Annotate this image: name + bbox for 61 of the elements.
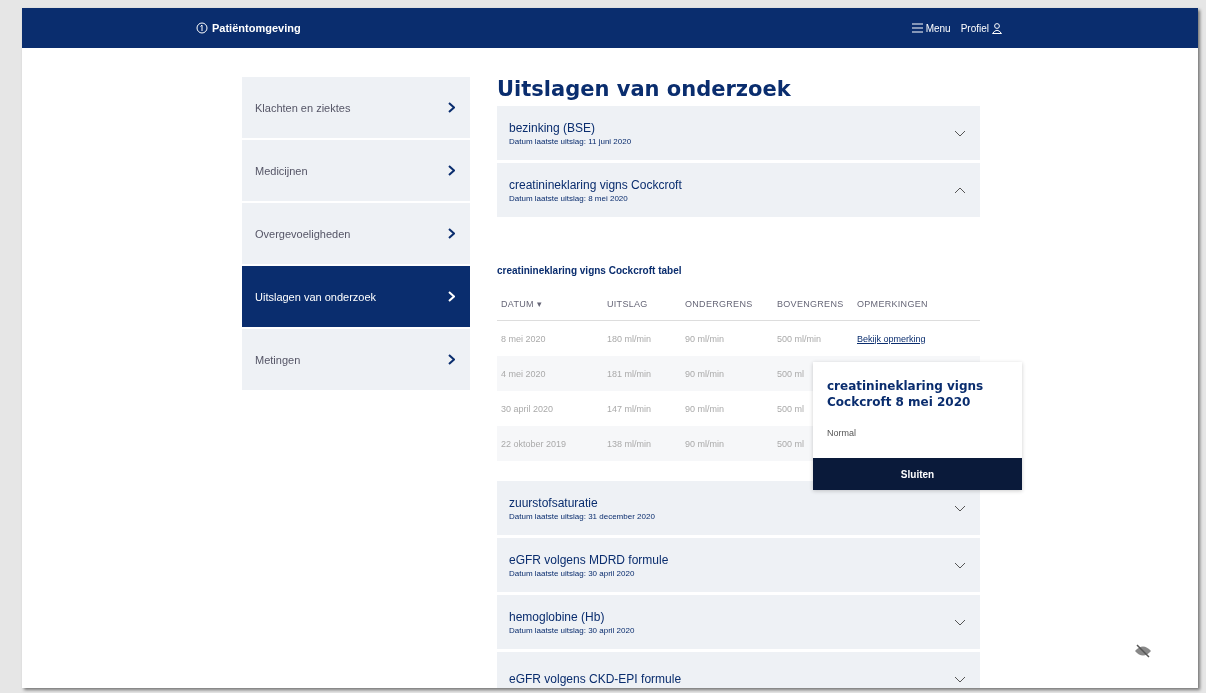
- result-date: Datum laatste uitslag: 11 juni 2020: [509, 136, 632, 146]
- sidebar-item[interactable]: Overgevoeligheden: [242, 203, 470, 264]
- result-name: eGFR volgens CKD-EPI formule: [509, 672, 682, 686]
- profile-link[interactable]: Profiel: [960, 22, 1002, 34]
- result-name: bezinking (BSE): [509, 120, 597, 135]
- result-date: Datum laatste uitslag: 30 april 2020: [509, 568, 636, 578]
- app-title: Patiëntomgeving: [212, 22, 301, 34]
- result-name: hemoglobine (Hb): [509, 609, 606, 624]
- page-title: Uitslagen van onderzoek: [497, 77, 792, 101]
- sidebar-item[interactable]: Medicijnen: [242, 140, 470, 201]
- remark-link[interactable]: Bekijk opmerking: [857, 333, 926, 344]
- user-icon: [992, 22, 1002, 34]
- column-header[interactable]: DATUM ▾: [501, 299, 607, 309]
- table-cell: 500 ml: [777, 368, 804, 379]
- result-item[interactable]: bezinking (BSE) Datum laatste uitslag: 11 juni 2020: [497, 106, 980, 160]
- result-item[interactable]: eGFR volgens CKD-EPI formule: [497, 652, 980, 688]
- table-cell: 4 mei 2020: [501, 368, 546, 379]
- chevron-right-icon: [448, 165, 455, 176]
- chevron-right-icon: [448, 291, 455, 302]
- result-name: creatinineklaring vigns Cockcroft: [509, 177, 682, 192]
- chevron-right-icon: [448, 102, 455, 113]
- table-cell: 181 ml/min: [607, 368, 651, 379]
- table-cell: 147 ml/min: [607, 403, 651, 414]
- result-date: Datum laatste uitslag: 8 mei 2020: [509, 193, 629, 203]
- table-cell: 22 oktober 2019: [501, 438, 567, 449]
- table-cell: 90 ml/min: [685, 368, 724, 379]
- popup-title: creatinineklaring vigns Cockcroft 8 mei 2020: [826, 378, 985, 410]
- close-button[interactable]: Sluiten: [813, 458, 1022, 490]
- column-header[interactable]: OPMERKINGEN: [857, 299, 957, 309]
- menu-icon: [911, 23, 923, 33]
- hidden-eye-icon[interactable]: [1134, 644, 1152, 658]
- column-header[interactable]: UITSLAG: [607, 299, 685, 309]
- table-cell: 90 ml/min: [685, 333, 724, 344]
- result-item[interactable]: hemoglobine (Hb) Datum laatste uitslag: 30 april 2020: [497, 595, 980, 649]
- result-item[interactable]: eGFR volgens MDRD formule Datum laatste uitslag: 30 april 2020: [497, 538, 980, 592]
- column-header[interactable]: BOVENGRENS: [777, 299, 857, 309]
- chevron-right-icon: [448, 228, 455, 239]
- table-cell: 500 ml: [777, 403, 804, 414]
- logo-icon: [196, 22, 208, 34]
- menu-link[interactable]: Menu: [911, 22, 951, 34]
- table-cell: 138 ml/min: [607, 438, 651, 449]
- table-cell: 90 ml/min: [685, 438, 724, 449]
- table-title: creatinineklaring vigns Cockcroft tabel: [497, 265, 683, 276]
- result-date: Datum laatste uitslag: 30 april 2020: [509, 625, 635, 635]
- table-cell: 500 ml/min: [777, 333, 821, 344]
- result-item[interactable]: creatinineklaring vigns Cockcroft Datum laatste uitslag: 8 mei 2020: [497, 163, 980, 217]
- result-name: eGFR volgens MDRD formule: [509, 552, 669, 567]
- result-date: Datum laatste uitslag: 31 december 2020: [509, 511, 655, 521]
- result-name: zuurstofsaturatie: [509, 495, 599, 510]
- table-cell: 180 ml/min: [607, 333, 651, 344]
- sidebar-item[interactable]: Metingen: [242, 329, 470, 390]
- result-item[interactable]: zuurstofsaturatie Datum laatste uitslag: 31 december 2020: [497, 481, 980, 535]
- table-cell: 30 april 2020: [501, 403, 554, 414]
- table-cell: 8 mei 2020: [501, 333, 546, 344]
- chevron-right-icon: [448, 354, 455, 365]
- sidebar-item[interactable]: Klachten en ziektes: [242, 77, 470, 138]
- sidebar-item[interactable]: Uitslagen van onderzoek: [242, 266, 470, 327]
- table-cell: 500 ml: [777, 438, 804, 449]
- popup-text: Normal: [826, 427, 857, 440]
- column-header[interactable]: ONDERGRENS: [685, 299, 777, 309]
- table-cell: 90 ml/min: [685, 403, 724, 414]
